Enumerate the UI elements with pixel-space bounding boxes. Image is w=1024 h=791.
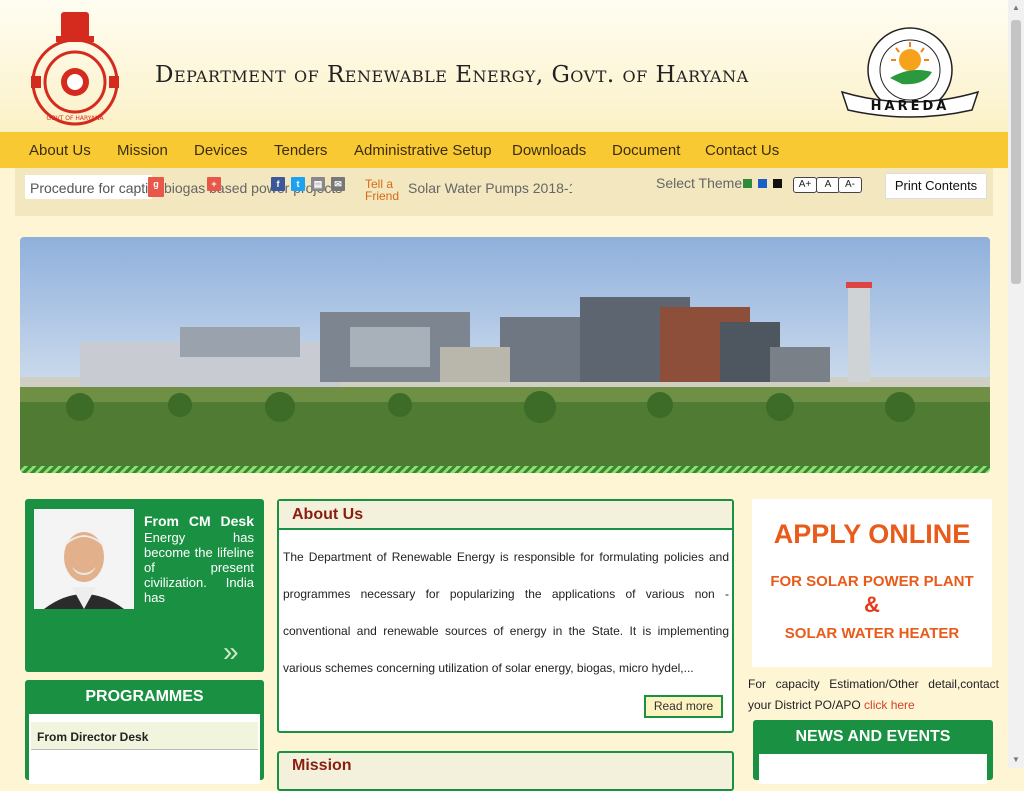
scrollbar-thumb[interactable]: [1011, 20, 1021, 284]
about-us-text: The Department of Renewable Energy is re…: [283, 550, 729, 675]
news-events-panel: NEWS AND EVENTS: [753, 720, 993, 784]
print-contents-button[interactable]: Print Contents: [885, 173, 987, 199]
utility-toolbar: Procedure for captive biogas based power…: [15, 168, 993, 216]
nav-downloads[interactable]: Downloads: [512, 132, 586, 168]
programmes-list: From Director Desk: [29, 714, 260, 784]
google-plus-icon[interactable]: g: [148, 177, 164, 197]
cm-desk-text: Energy has become the lifeline of presen…: [144, 530, 254, 605]
scroll-down-icon[interactable]: ▼: [1010, 754, 1022, 766]
main-navbar: About Us Mission Devices Tenders Adminis…: [0, 132, 1008, 168]
about-us-header: About Us: [279, 501, 732, 530]
email-icon[interactable]: ✉: [331, 177, 345, 191]
apply-ampersand: &: [864, 592, 880, 617]
nav-contact-us[interactable]: Contact Us: [705, 132, 779, 168]
print-icon[interactable]: ▤: [311, 177, 325, 191]
news-events-title: NEWS AND EVENTS: [795, 728, 951, 745]
double-chevron-right-icon[interactable]: »: [223, 636, 239, 668]
apply-online-heading: APPLY ONLINE: [773, 519, 971, 549]
twitter-icon[interactable]: t: [291, 177, 305, 191]
capacity-estimation-note: For capacity Estimation/Other detail,con…: [748, 674, 999, 716]
programmes-title: PROGRAMMES: [85, 688, 204, 705]
mission-panel: Mission: [277, 751, 734, 791]
tell-a-friend-link[interactable]: Tell a Friend: [365, 178, 425, 202]
facebook-icon[interactable]: f: [271, 177, 285, 191]
theme-black-swatch[interactable]: [773, 179, 782, 188]
emblem-caption: GOVT OF HARYANA: [46, 115, 104, 122]
hareda-logo[interactable]: HAREDA: [832, 26, 988, 118]
site-title: Department of Renewable Energy, Govt. of…: [155, 62, 749, 88]
scroll-up-icon[interactable]: ▲: [1010, 2, 1022, 14]
hareda-text: HAREDA: [871, 99, 950, 114]
select-theme-label: Select Theme: [656, 175, 743, 191]
site-header: GOVT OF HARYANA Department of Renewable …: [0, 0, 1008, 132]
ticker-second-item[interactable]: Solar Water Pumps 2018-19: [408, 176, 572, 200]
click-here-link[interactable]: click here: [864, 698, 915, 712]
nav-devices[interactable]: Devices: [194, 132, 247, 168]
apply-online-banner[interactable]: APPLY ONLINE FOR SOLAR POWER PLANT & SOL…: [752, 499, 992, 667]
font-reset-button[interactable]: A: [816, 177, 840, 193]
cm-photo: [34, 509, 134, 609]
nav-administrative-setup[interactable]: Administrative Setup: [354, 132, 492, 168]
share-icon[interactable]: +: [207, 177, 221, 191]
nav-mission[interactable]: Mission: [117, 132, 168, 168]
programme-item[interactable]: From Director Desk: [31, 722, 258, 750]
apply-solar-power-plant: FOR SOLAR POWER PLANT: [770, 573, 974, 590]
cm-desk-panel: From CM Desk Energy has become the lifel…: [25, 499, 264, 672]
news-ticker[interactable]: Procedure for captive biogas based power…: [25, 175, 152, 199]
theme-green-swatch[interactable]: [743, 179, 752, 188]
font-increase-button[interactable]: A+: [793, 177, 817, 193]
nav-about-us[interactable]: About Us: [29, 132, 91, 168]
programmes-panel: PROGRAMMES From Director Desk: [25, 680, 264, 784]
read-more-button[interactable]: Read more: [644, 695, 723, 718]
about-us-panel: About Us The Department of Renewable Ene…: [277, 499, 734, 733]
theme-blue-swatch[interactable]: [758, 179, 767, 188]
mission-title: Mission: [292, 757, 352, 774]
nav-tenders[interactable]: Tenders: [274, 132, 327, 168]
apply-solar-water-heater: SOLAR WATER HEATER: [784, 625, 960, 642]
about-us-title: About Us: [292, 506, 364, 523]
banner-decorative-strip: [20, 466, 990, 473]
hero-banner-image[interactable]: [20, 237, 990, 473]
nav-document[interactable]: Document: [612, 132, 680, 168]
font-decrease-button[interactable]: A-: [838, 177, 862, 193]
haryana-emblem-logo[interactable]: GOVT OF HARYANA: [26, 2, 124, 130]
news-events-list: [759, 754, 987, 784]
cm-desk-title: From CM Desk: [144, 513, 254, 529]
